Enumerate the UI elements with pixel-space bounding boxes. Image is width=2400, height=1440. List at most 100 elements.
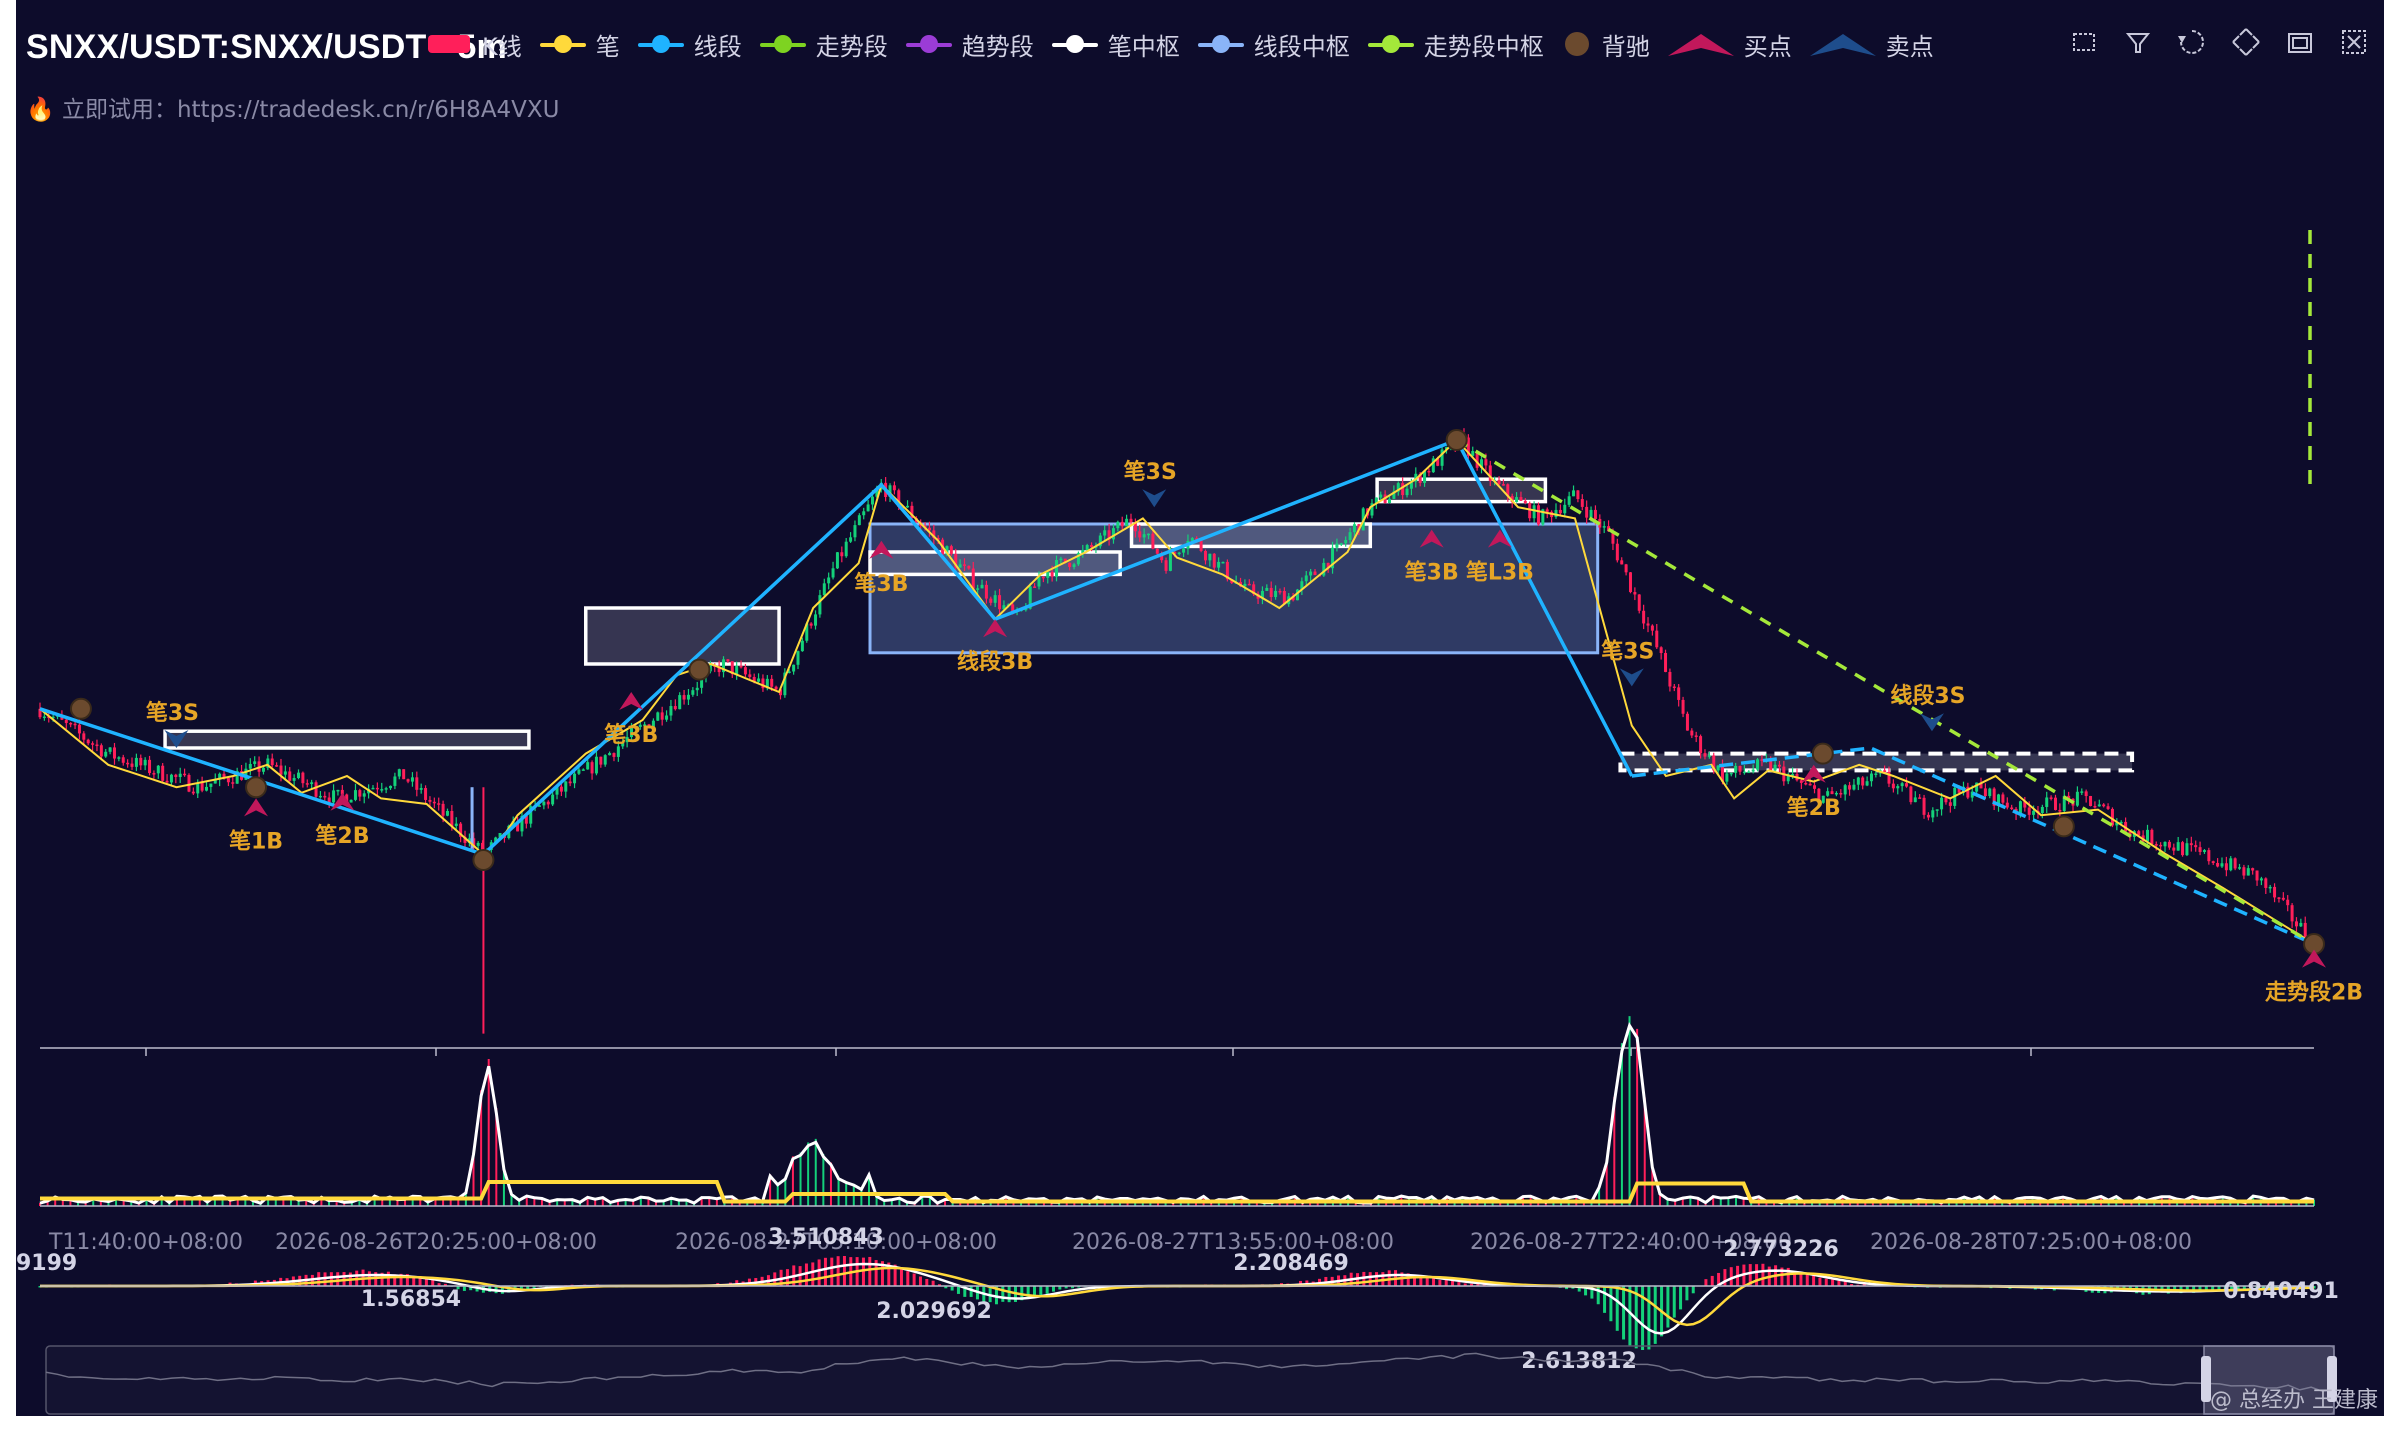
candle-body xyxy=(1313,571,1317,575)
candle-body xyxy=(336,789,340,792)
candle-body xyxy=(656,712,660,721)
candle-body xyxy=(2233,858,2237,869)
candle-body xyxy=(1519,497,1523,501)
candle-body xyxy=(2093,805,2097,808)
candle-body xyxy=(1379,494,1383,498)
bi-pivot-box xyxy=(1129,522,1373,549)
candle-body xyxy=(1046,571,1050,578)
candle-body xyxy=(454,823,458,826)
candle-body xyxy=(2202,850,2206,852)
candle-body xyxy=(86,739,90,744)
candle-body xyxy=(1221,561,1225,564)
candle-body xyxy=(332,790,336,803)
candle-body xyxy=(200,782,204,791)
candle-body xyxy=(2058,809,2062,812)
candle-body xyxy=(770,678,774,687)
candle-body xyxy=(1913,797,1917,803)
candle-body xyxy=(1830,791,1834,795)
candle-body xyxy=(1576,490,1580,500)
candle-body xyxy=(1729,772,1733,775)
watermark: @ 总经办 王建康 xyxy=(2210,1388,2378,1413)
candle-body xyxy=(1147,533,1151,536)
candle-body xyxy=(2181,842,2185,856)
candle-body xyxy=(2001,794,2005,803)
candle-body xyxy=(380,789,384,791)
candle-body xyxy=(1309,571,1313,576)
candle-body xyxy=(1567,496,1571,505)
candle-body xyxy=(187,774,191,792)
buy-point-label: 笔3B xyxy=(1405,560,1459,586)
candle-body xyxy=(1050,571,1054,577)
candle-body xyxy=(1922,797,1926,815)
candle-body xyxy=(121,757,125,763)
candle-body xyxy=(2273,886,2277,898)
candle-body xyxy=(1865,781,1869,786)
sell-point-marker xyxy=(1919,713,1944,732)
candle-body xyxy=(2207,850,2211,862)
candle-body xyxy=(993,595,997,603)
candle-body xyxy=(2084,791,2088,797)
chart-panel: SNXX/USDT:SNXX/USDT - 5m 🔥 立即试用：https://… xyxy=(16,0,2384,1416)
candle-body xyxy=(292,778,296,781)
candle-body xyxy=(1501,484,1505,486)
candle-body xyxy=(117,757,121,759)
candle-body xyxy=(1900,783,1904,787)
candle-body xyxy=(1558,509,1562,514)
candle-body xyxy=(735,665,739,675)
candle-body xyxy=(809,623,813,626)
candle-body xyxy=(139,757,143,766)
candle-body xyxy=(1138,531,1142,538)
candle-body xyxy=(196,782,200,794)
candle-body xyxy=(1668,671,1672,687)
candle-body xyxy=(1177,552,1181,555)
candle-body xyxy=(1909,786,1913,803)
candle-body xyxy=(1756,759,1760,770)
sell-point-label: 笔3S xyxy=(146,700,199,726)
candle-body xyxy=(2159,844,2163,847)
candle-body xyxy=(323,795,327,798)
candle-body xyxy=(1602,526,1606,528)
candle-body xyxy=(831,568,835,578)
candle-body xyxy=(818,595,822,615)
candle-body xyxy=(1874,773,1878,775)
candle-body xyxy=(397,769,401,777)
candle-body xyxy=(2010,807,2014,810)
candle-body xyxy=(1247,583,1251,586)
candle-body xyxy=(835,552,839,569)
candle-body xyxy=(853,525,857,538)
candle-body xyxy=(1572,490,1576,497)
candle-body xyxy=(686,694,690,700)
candle-body xyxy=(301,772,305,784)
candle-body xyxy=(1935,809,1939,811)
candle-body xyxy=(2154,844,2158,846)
candle-body xyxy=(1843,785,1847,795)
candle-body xyxy=(1869,773,1873,782)
candle-body xyxy=(962,564,966,566)
candle-body xyxy=(1484,459,1488,466)
candle-body xyxy=(1068,562,1072,567)
candle-body xyxy=(739,665,743,668)
candle-body xyxy=(2172,847,2176,851)
candle-body xyxy=(1940,797,1944,810)
candle-body xyxy=(998,595,1002,610)
candle-body xyxy=(2167,841,2171,848)
candle-body xyxy=(134,757,138,767)
candle-body xyxy=(2246,868,2250,876)
candle-body xyxy=(64,719,68,723)
candle-body xyxy=(2075,791,2079,806)
candle-body xyxy=(1650,625,1654,631)
kline-chart[interactable]: 笔1B 笔2B 笔3B 笔3B 线段3B 笔3B 笔L3B 笔2B 走势段2B 笔3S 笔3S 笔3S… xyxy=(16,0,2384,1416)
candle-body xyxy=(1861,777,1865,786)
candle-body xyxy=(1142,534,1146,538)
candle-body xyxy=(2080,791,2084,793)
candle-body xyxy=(1335,543,1339,548)
candle-body xyxy=(2268,886,2272,889)
macd-value-label: 0.840491 xyxy=(2223,1279,2339,1304)
candle-body xyxy=(1090,545,1094,548)
candle-body xyxy=(1532,505,1536,519)
candle-body xyxy=(673,706,677,710)
sell-point-label: 笔3S xyxy=(1601,638,1654,664)
candle-body xyxy=(1103,530,1107,536)
buy-point-label: 笔L3B xyxy=(1466,560,1534,586)
candle-body xyxy=(1896,786,1900,789)
